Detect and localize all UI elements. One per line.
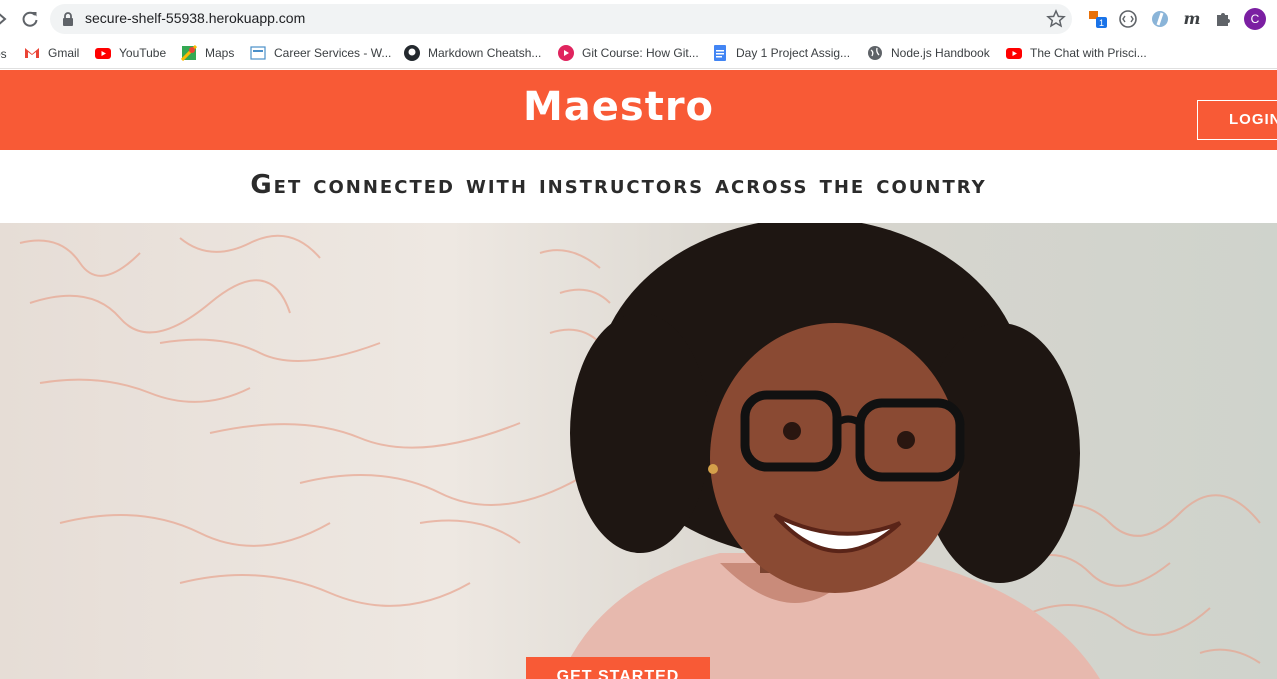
youtube-icon	[1006, 48, 1022, 59]
extension-badge-count: 1	[1099, 18, 1104, 28]
reload-icon[interactable]	[20, 9, 40, 29]
tagline-section: Get connected with instructors across th…	[0, 150, 1237, 223]
hero-banner: GET STARTED	[0, 223, 1277, 679]
bookmark-gmail[interactable]: Gmail	[24, 43, 79, 63]
career-services-icon	[250, 46, 266, 60]
m-extension-icon[interactable]: m	[1182, 9, 1202, 29]
maps-icon	[181, 45, 197, 61]
bookmark-maps[interactable]: Maps	[181, 43, 234, 63]
browser-toolbar: secure-shelf-55938.herokuapp.com 1 m C	[0, 0, 1277, 38]
bookmark-label: Node.js Handbook	[891, 46, 990, 60]
login-button[interactable]: LOGIN	[1197, 100, 1277, 140]
svg-text:m: m	[1184, 9, 1201, 28]
youtube-icon	[95, 48, 111, 59]
forward-arrow-icon[interactable]	[0, 10, 10, 28]
bookmark-label: YouTube	[119, 46, 167, 60]
hero-photo	[19, 223, 1261, 679]
extension-badge-icon[interactable]: 1	[1088, 9, 1108, 29]
bookmark-chat-with[interactable]: The Chat with Prisci...	[1006, 43, 1147, 63]
bookmark-git-course[interactable]: Git Course: How Git...	[558, 43, 699, 63]
github-icon	[404, 45, 420, 61]
bookmark-markdown[interactable]: Markdown Cheatsh...	[404, 43, 541, 63]
lock-icon	[63, 12, 73, 26]
bookmark-partial-label[interactable]: os	[0, 47, 7, 61]
bookmark-career-services[interactable]: Career Services - W...	[250, 43, 391, 63]
get-started-button[interactable]: GET STARTED	[526, 657, 710, 679]
extensions-puzzle-icon[interactable]	[1213, 9, 1233, 29]
globe-icon	[868, 46, 882, 60]
url-text: secure-shelf-55938.herokuapp.com	[85, 10, 306, 26]
bookmark-label: Maps	[205, 46, 235, 60]
profile-avatar[interactable]: C	[1244, 8, 1266, 30]
git-course-icon	[558, 45, 574, 61]
bookmarks-bar: os Gmail YouTube Maps Career Services - …	[0, 38, 1277, 69]
address-bar[interactable]: secure-shelf-55938.herokuapp.com	[50, 4, 1072, 34]
bookmark-label: Markdown Cheatsh...	[428, 46, 542, 60]
bookmark-star-icon[interactable]	[1046, 9, 1066, 29]
bookmark-day1-project[interactable]: Day 1 Project Assig...	[712, 43, 850, 63]
code-extension-icon[interactable]	[1118, 9, 1138, 29]
bookmark-youtube[interactable]: YouTube	[95, 43, 166, 63]
bookmark-label: Day 1 Project Assig...	[736, 46, 851, 60]
droplet-extension-icon[interactable]	[1150, 9, 1170, 29]
page-tagline: Get connected with instructors across th…	[250, 170, 987, 200]
site-header: Maestro LOGIN	[0, 70, 1277, 150]
bookmark-label: Git Course: How Git...	[582, 46, 699, 60]
bookmark-nodejs-handbook[interactable]: Node.js Handbook	[867, 43, 990, 63]
gmail-icon	[25, 48, 39, 58]
brand-logo[interactable]: Maestro	[0, 84, 1237, 130]
bookmark-label: Career Services - W...	[274, 46, 392, 60]
bookmark-label: The Chat with Prisci...	[1030, 46, 1147, 60]
bookmark-label: Gmail	[48, 46, 80, 60]
google-docs-icon	[714, 45, 726, 61]
